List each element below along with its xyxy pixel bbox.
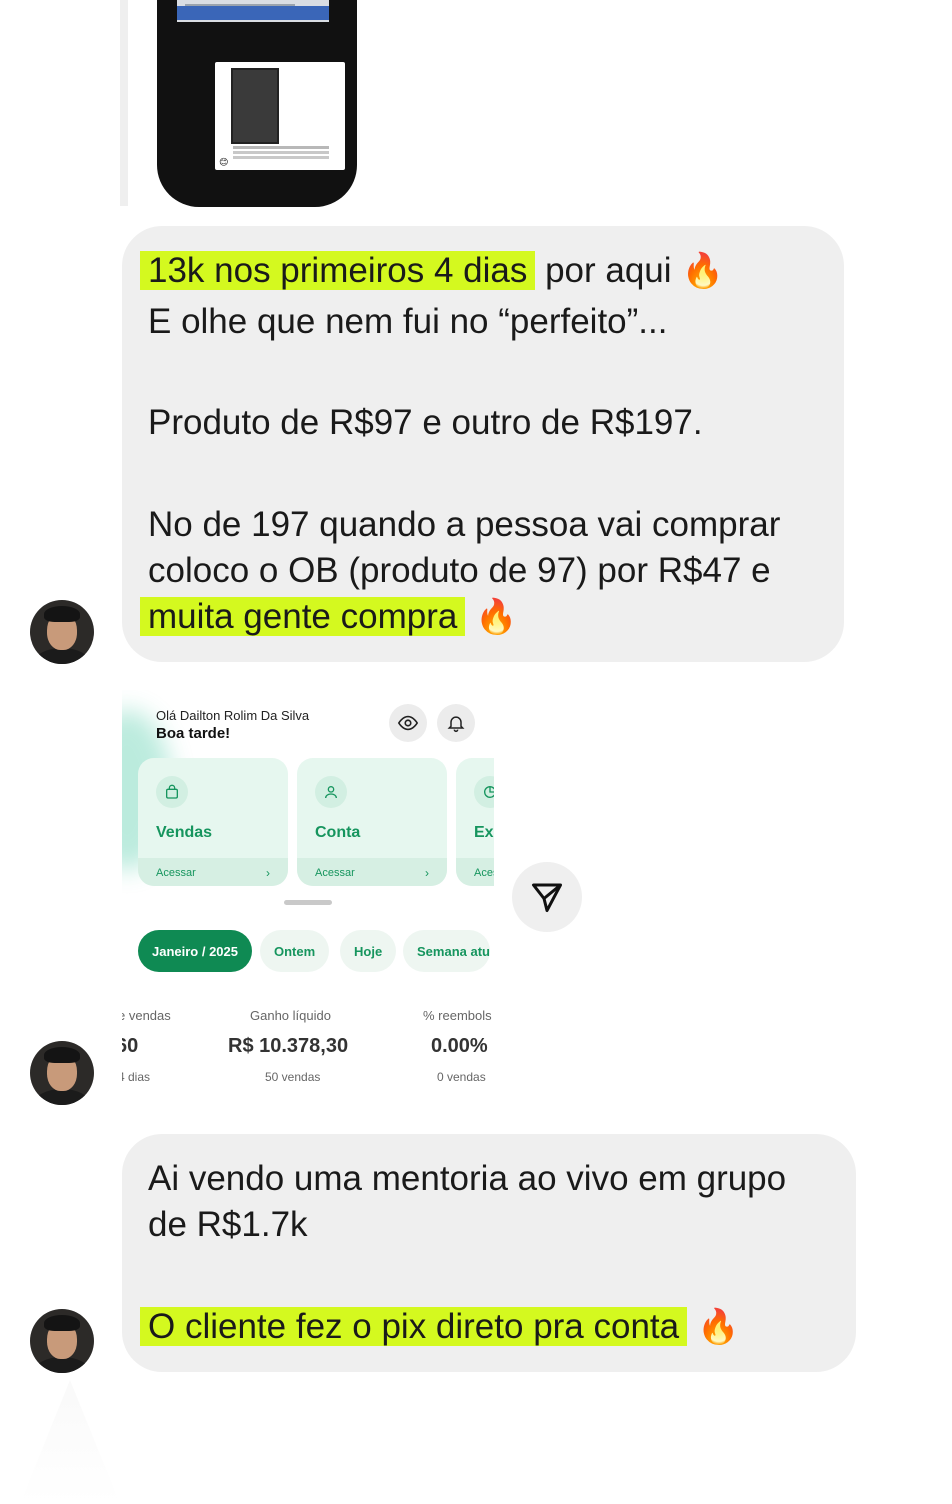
- screenshot-taskbar: [177, 6, 329, 20]
- highlight-text: 13k nos primeiros 4 dias: [140, 251, 536, 290]
- finance-icon: [474, 776, 494, 808]
- stat-sub: 4 dias: [122, 1070, 151, 1084]
- message-3-line-1: Ai vendo uma mentoria ao vivo em grupo: [148, 1159, 787, 1198]
- chat-screen: 😊 13k nos primeiros 4 dias por aqui 🔥 E o…: [0, 0, 952, 1504]
- filter-chip: Janeiro / 2025: [138, 930, 252, 972]
- highlight-text: O cliente fez o pix direto pra conta: [140, 1307, 688, 1346]
- shared-phone-screenshot[interactable]: 😊: [157, 0, 357, 207]
- chevron-right-icon: ›: [425, 866, 429, 880]
- message-1-line-1: 13k nos primeiros 4 dias por aqui 🔥: [140, 248, 724, 294]
- message-1-line-3: Produto de R$97 e outro de R$197.: [148, 403, 703, 442]
- fire-icon: 🔥: [697, 1308, 740, 1346]
- filter-chip: Hoje: [340, 930, 397, 972]
- tile-conta: Conta Acessar ›: [297, 758, 447, 886]
- filter-chip: Ontem: [260, 930, 330, 972]
- thread-line: [120, 0, 128, 206]
- message-1-line-5: coloco o OB (produto de 97) por R$47 e: [148, 551, 771, 590]
- carousel-indicator: [284, 900, 332, 905]
- message-1-line-4: No de 197 quando a pessoa vai comprar: [148, 505, 781, 544]
- stat-value: R$ 10.378,30: [228, 1035, 349, 1057]
- fire-icon: 🔥: [681, 252, 724, 290]
- stat-sub: 0 vendas: [437, 1070, 486, 1084]
- avatar[interactable]: [30, 1309, 94, 1373]
- tile-ex: Ex Aces: [456, 758, 494, 886]
- send-icon: [532, 883, 562, 912]
- message-1-line-6: muita gente compra 🔥: [140, 594, 518, 640]
- bag-icon: [156, 776, 188, 808]
- smile-icon: 😊: [219, 157, 229, 167]
- stat-value: 60: [122, 1035, 139, 1057]
- message-1-line-2: E olhe que nem fui no “perfeito”...: [148, 302, 668, 341]
- stat-label: % reembols: [423, 1008, 492, 1023]
- filter-chip: Semana atu: [403, 930, 490, 972]
- fire-icon: 🔥: [475, 598, 518, 636]
- stat-label: Ganho líquido: [250, 1008, 331, 1023]
- screenshot-thumbnail: [231, 68, 279, 144]
- message-3-line-3: O cliente fez o pix direto pra conta 🔥: [140, 1304, 740, 1350]
- avatar[interactable]: [30, 1041, 94, 1105]
- shared-dashboard-screenshot[interactable]: Olá Dailton Rolim Da Silva Boa tarde! Ve…: [122, 690, 494, 1100]
- greeting-text: Olá Dailton Rolim Da Silva: [156, 708, 310, 723]
- eye-icon: [389, 704, 427, 742]
- decorative-fade: [20, 1380, 120, 1504]
- highlight-text: muita gente compra: [140, 597, 466, 636]
- subgreeting-text: Boa tarde!: [156, 725, 231, 742]
- screenshot-text-lines: [233, 146, 329, 149]
- stat-value: 0.00%: [431, 1035, 488, 1057]
- stat-label: e vendas: [122, 1008, 171, 1023]
- chevron-right-icon: ›: [266, 866, 270, 880]
- message-3-line-2: de R$1.7k: [148, 1205, 308, 1244]
- bell-icon: [437, 704, 475, 742]
- stat-sub: 50 vendas: [265, 1070, 321, 1084]
- screenshot-card: 😊: [215, 62, 345, 170]
- tile-vendas: Vendas Acessar ›: [138, 758, 288, 886]
- user-icon: [315, 776, 347, 808]
- share-button[interactable]: [512, 862, 582, 932]
- avatar[interactable]: [30, 600, 94, 664]
